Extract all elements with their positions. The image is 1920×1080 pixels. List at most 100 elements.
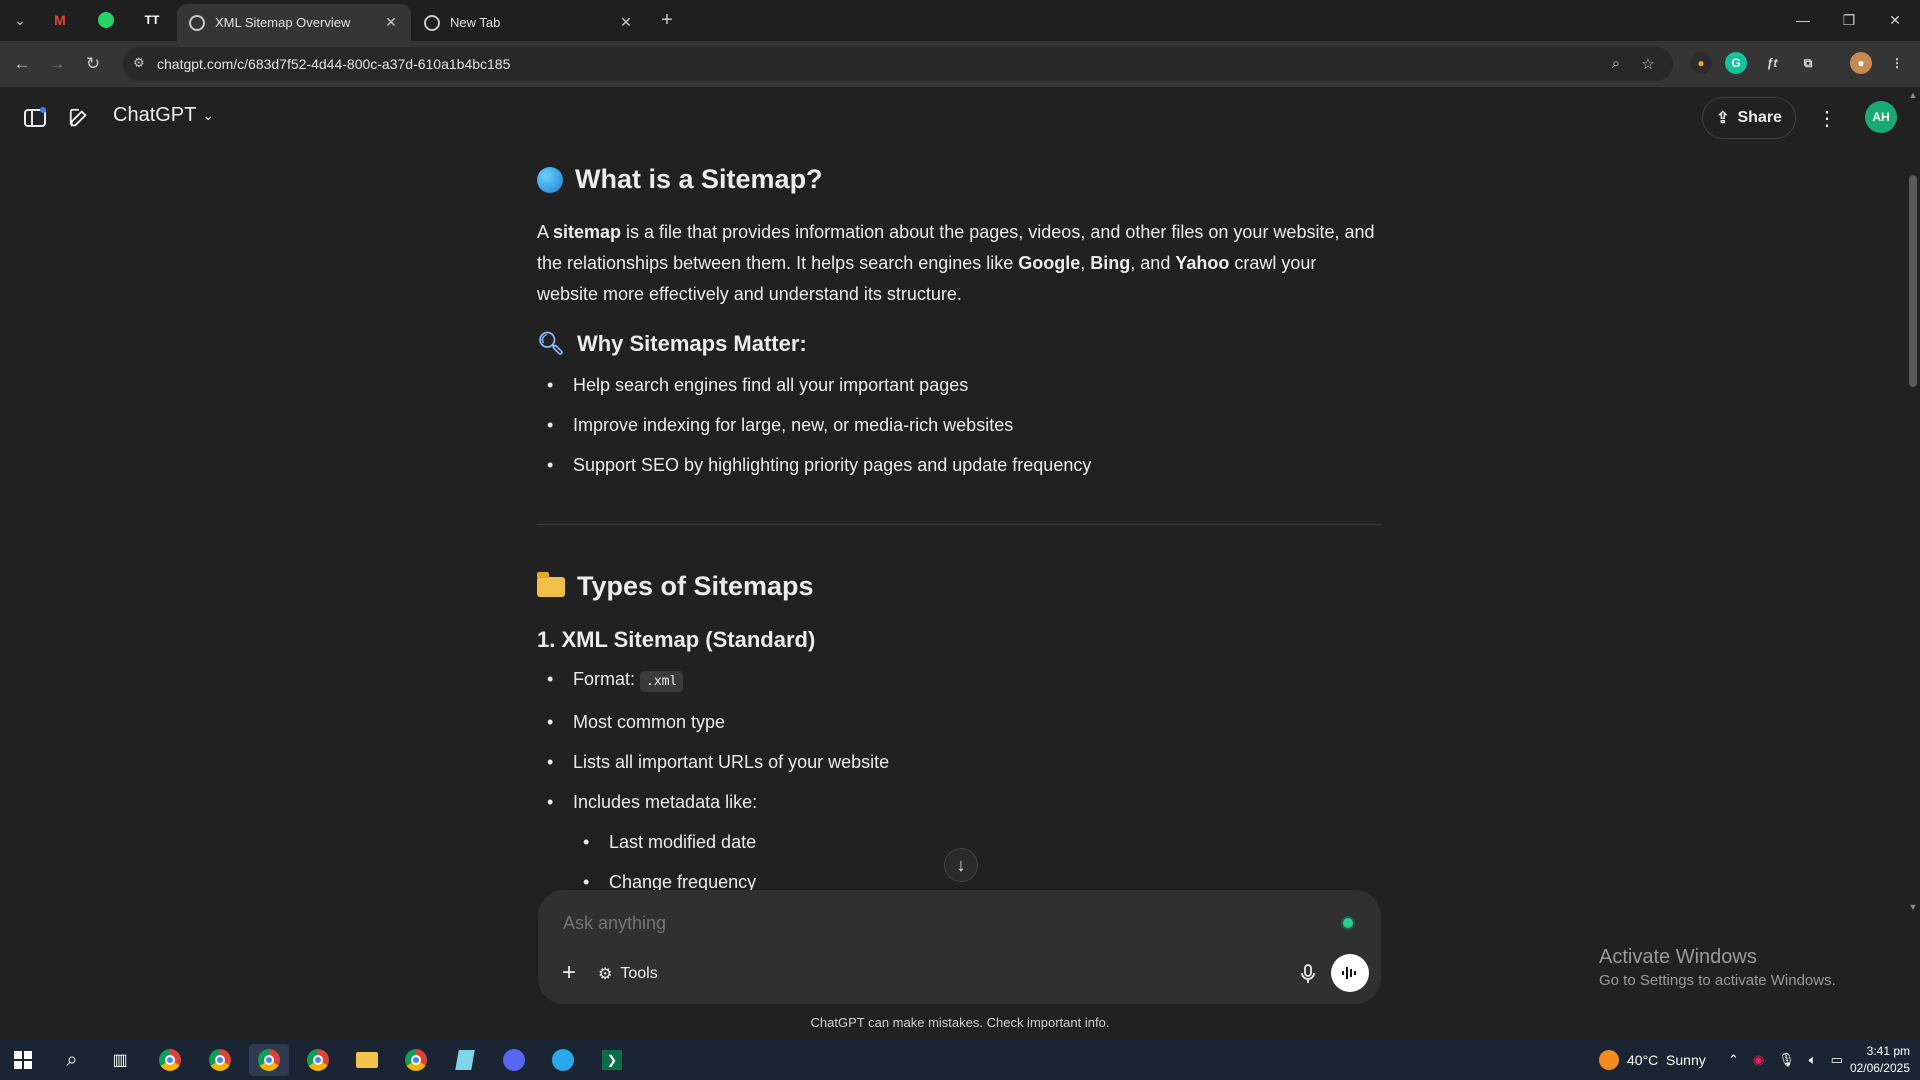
close-tab-icon[interactable]: ✕: [383, 14, 399, 31]
bookmark-star-icon[interactable]: ☆: [1638, 55, 1658, 75]
chrome-profile-3-icon[interactable]: [396, 1044, 436, 1076]
tt-icon[interactable]: TT: [137, 6, 167, 34]
minimize-icon[interactable]: —: [1780, 0, 1826, 40]
search-icon[interactable]: ⌕: [52, 1044, 92, 1076]
model-label: ChatGPT: [113, 104, 197, 126]
share-label: Share: [1737, 109, 1782, 126]
forward-icon[interactable]: →: [43, 50, 71, 78]
avatar[interactable]: AH: [1865, 101, 1897, 133]
model-selector[interactable]: ChatGPT ⌄: [113, 104, 214, 127]
globe-favicon-icon: [424, 14, 440, 31]
clock-date: 02/06/2025: [1849, 1061, 1910, 1075]
sitemap-definition-paragraph: A sitemap is a file that provides inform…: [537, 217, 1382, 310]
chrome-profile-2-icon[interactable]: [298, 1044, 338, 1076]
scroll-down-arrow-icon[interactable]: ▼: [1906, 902, 1920, 912]
watermark-title: Activate Windows: [1599, 946, 1757, 968]
heading-text: What is a Sitemap?: [575, 164, 823, 194]
section-heading-types: Types of Sitemaps: [537, 571, 814, 602]
task-view-icon[interactable]: ▥: [100, 1044, 140, 1076]
chrome-active-icon[interactable]: [249, 1044, 289, 1076]
restore-icon[interactable]: ❐: [1826, 0, 1872, 40]
url-text[interactable]: chatgpt.com/c/683d7f52-4d44-800c-a37d-61…: [157, 56, 510, 72]
telegram-icon[interactable]: [543, 1044, 583, 1076]
composer: + ⚙ Tools: [538, 890, 1381, 1004]
tab-title: XML Sitemap Overview: [215, 15, 351, 30]
tab-search-chevron-icon[interactable]: ⌄: [5, 6, 35, 34]
share-icon: ⇪: [1716, 110, 1730, 127]
sidebar-toggle-icon[interactable]: [21, 104, 49, 132]
disclaimer-text: ChatGPT can make mistakes. Check importa…: [810, 1015, 1110, 1030]
why-list: Help search engines find all your import…: [537, 373, 1382, 477]
share-button[interactable]: ⇪ Share: [1702, 97, 1796, 139]
grammarly-icon[interactable]: G: [1725, 52, 1747, 74]
voice-mode-button[interactable]: [1331, 954, 1369, 992]
inline-code: .xml: [640, 671, 684, 692]
speaker-icon[interactable]: 🔈︎: [1809, 1052, 1817, 1068]
extension-orange-icon[interactable]: ●: [1690, 52, 1712, 74]
profile-avatar-icon[interactable]: ●: [1850, 52, 1872, 74]
chatgpt-favicon-icon: [189, 14, 205, 31]
tab-xml-sitemap-overview[interactable]: XML Sitemap Overview ✕: [177, 4, 411, 41]
weather-text: 40°C Sunny: [1627, 1052, 1706, 1068]
discord-icon[interactable]: [494, 1044, 534, 1076]
system-clock[interactable]: 3:41 pm 02/06/2025: [1840, 1043, 1910, 1077]
notes-app-icon[interactable]: [445, 1044, 485, 1076]
sliders-icon: ⚙: [598, 966, 613, 983]
tools-button[interactable]: ⚙ Tools: [598, 960, 658, 988]
window-close-icon[interactable]: ✕: [1872, 0, 1918, 40]
add-attachment-button[interactable]: +: [552, 956, 586, 990]
arrow-down-icon: ↓: [956, 854, 966, 875]
scroll-up-arrow-icon[interactable]: ▲: [1906, 90, 1920, 100]
powershell-icon[interactable]: ❯: [592, 1044, 632, 1076]
file-explorer-icon[interactable]: [347, 1044, 387, 1076]
scroll-to-bottom-button[interactable]: ↓: [944, 848, 978, 882]
address-bar[interactable]: ⚙ chatgpt.com/c/683d7f52-4d44-800c-a37d-…: [123, 47, 1673, 81]
weather-widget[interactable]: 40°C Sunny: [1599, 1040, 1706, 1080]
mic-tray-icon[interactable]: 🎙︎: [1778, 1052, 1795, 1068]
windows-taskbar: ⌕ ▥ ❯ 40°C Sunny ⌃ ◉ 🎙︎ 🔈︎ ▭ 3:41 pm 02/…: [0, 1040, 1920, 1080]
reload-icon[interactable]: ↻: [79, 50, 107, 78]
list-item: Improve indexing for large, new, or medi…: [537, 413, 1382, 437]
new-tab-icon[interactable]: +: [652, 6, 682, 34]
more-options-icon[interactable]: ⋮: [1813, 104, 1841, 132]
activate-windows-watermark: Activate Windows Go to Settings to activ…: [1599, 946, 1836, 989]
section-heading-sitemap: What is a Sitemap?: [537, 164, 823, 195]
new-chat-icon[interactable]: [65, 104, 93, 132]
scrollbar-thumb[interactable]: [1909, 175, 1917, 387]
chevron-up-icon[interactable]: ⌃: [1728, 1052, 1739, 1068]
close-tab-icon[interactable]: ✕: [618, 14, 634, 31]
windows-start-icon[interactable]: [3, 1044, 43, 1076]
back-icon[interactable]: ←: [8, 50, 36, 78]
system-tray: ⌃ ◉ 🎙︎ 🔈︎ ▭: [1728, 1040, 1843, 1080]
chrome-icon[interactable]: [150, 1044, 190, 1076]
gmail-icon[interactable]: M: [45, 6, 75, 34]
site-settings-icon[interactable]: ⚙: [133, 55, 145, 71]
list-item: Support SEO by highlighting priority pag…: [537, 453, 1382, 477]
prompt-input[interactable]: [561, 912, 1325, 935]
list-item: Most common type: [537, 710, 1382, 734]
tools-label: Tools: [620, 965, 658, 982]
tab-new-tab[interactable]: New Tab ✕: [412, 4, 646, 41]
format-label: Format:: [573, 669, 641, 689]
browser-tab-strip: ⌄ M TT XML Sitemap Overview ✕ New Tab ✕ …: [0, 0, 1920, 41]
browser-menu-icon[interactable]: ⋮: [1886, 52, 1908, 74]
microphone-icon: [1301, 964, 1315, 983]
list-item: Lists all important URLs of your website: [537, 750, 1382, 774]
formula-extension-icon[interactable]: ƒt: [1761, 52, 1783, 74]
list-item: Help search engines find all your import…: [537, 373, 1382, 397]
plus-icon: +: [561, 959, 576, 986]
status-dot-icon: [1343, 918, 1353, 928]
extensions-puzzle-icon[interactable]: ⧉: [1797, 52, 1819, 74]
section-heading-why: 🔍︎ Why Sitemaps Matter:: [537, 331, 807, 357]
chrome-profile-icon[interactable]: [200, 1044, 240, 1076]
bold-text: Yahoo: [1175, 253, 1230, 273]
watermark-subtitle: Go to Settings to activate Windows.: [1599, 972, 1836, 989]
zoom-icon[interactable]: ⌕: [1606, 55, 1626, 75]
text-span: A: [537, 222, 554, 242]
heading-text: 1. XML Sitemap (Standard): [537, 627, 816, 652]
bold-text: Bing: [1090, 253, 1131, 273]
text-span: ,: [1080, 253, 1091, 273]
whatsapp-icon[interactable]: [91, 6, 121, 34]
recording-icon[interactable]: ◉: [1753, 1052, 1764, 1068]
microphone-button[interactable]: [1294, 960, 1322, 988]
